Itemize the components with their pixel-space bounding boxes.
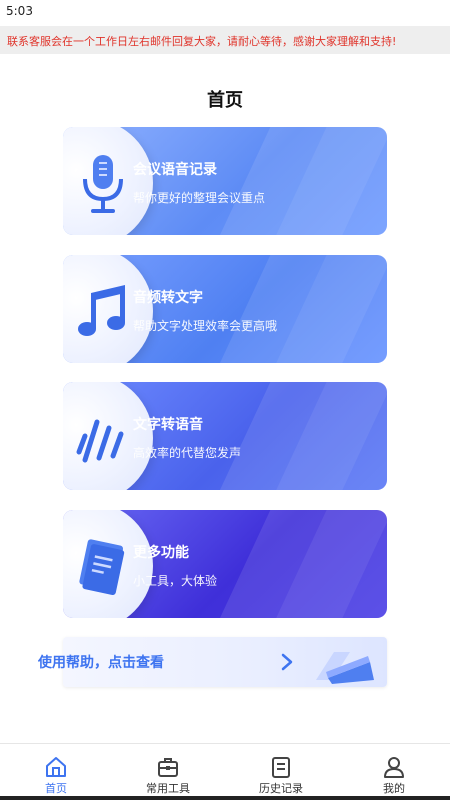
- tab-label: 历史记录: [259, 782, 303, 795]
- card-subtitle: 帮助文字处理效率会更高哦: [133, 319, 278, 333]
- chevron-right-icon: [281, 653, 293, 671]
- home-icon: [46, 757, 66, 777]
- card-icon-circle: [63, 382, 153, 490]
- card-title: 音频转文字: [133, 290, 203, 306]
- status-time: 5:03: [6, 4, 33, 18]
- tab-label: 我的: [383, 782, 405, 795]
- card-text-to-speech[interactable]: 文字转语音 高效率的代替您发声: [63, 382, 387, 490]
- notice-text: 联系客服会在一个工作日左右邮件回复大家，请耐心等待，感谢大家理解和支持!: [7, 35, 397, 48]
- tab-history[interactable]: 历史记录: [225, 744, 337, 796]
- system-nav-bar: [0, 796, 450, 800]
- status-bar: 5:03: [0, 0, 450, 24]
- card-icon-circle: [63, 510, 153, 618]
- toolbox-icon: [158, 758, 178, 777]
- book-icon: [79, 539, 125, 596]
- help-link-text[interactable]: 使用帮助，点击查看: [38, 652, 164, 672]
- card-title: 会议语音记录: [133, 162, 217, 178]
- bottom-tab-bar: 首页 常用工具 历史记录 我的: [0, 743, 450, 800]
- document-icon: [272, 757, 290, 778]
- card-subtitle: 小工具，大体验: [133, 574, 218, 588]
- tab-label: 首页: [45, 782, 67, 795]
- tab-profile[interactable]: 我的: [338, 744, 450, 796]
- card-meeting-recording[interactable]: 会议语音记录 帮你更好的整理会议重点: [63, 127, 387, 235]
- help-decoration-icon: [316, 652, 374, 684]
- card-audio-to-text[interactable]: 音频转文字 帮助文字处理效率会更高哦: [63, 255, 387, 363]
- tab-home[interactable]: 首页: [0, 744, 112, 796]
- card-icon-circle: [63, 127, 153, 235]
- card-icon-circle: [63, 255, 153, 363]
- card-subtitle: 帮你更好的整理会议重点: [133, 191, 266, 205]
- card-title: 文字转语音: [133, 417, 203, 433]
- tab-label: 常用工具: [146, 782, 190, 795]
- page-title: 首页: [207, 90, 243, 111]
- music-note-icon: [78, 285, 125, 336]
- card-title: 更多功能: [133, 545, 189, 561]
- notice-bar: 联系客服会在一个工作日左右邮件回复大家，请耐心等待，感谢大家理解和支持!: [0, 26, 450, 54]
- card-more-features[interactable]: 更多功能 小工具，大体验: [63, 510, 387, 618]
- sound-wave-icon: [76, 419, 124, 463]
- microphone-icon: [83, 155, 123, 213]
- user-icon: [384, 757, 404, 778]
- card-subtitle: 高效率的代替您发声: [133, 446, 242, 460]
- tab-tools[interactable]: 常用工具: [112, 744, 224, 796]
